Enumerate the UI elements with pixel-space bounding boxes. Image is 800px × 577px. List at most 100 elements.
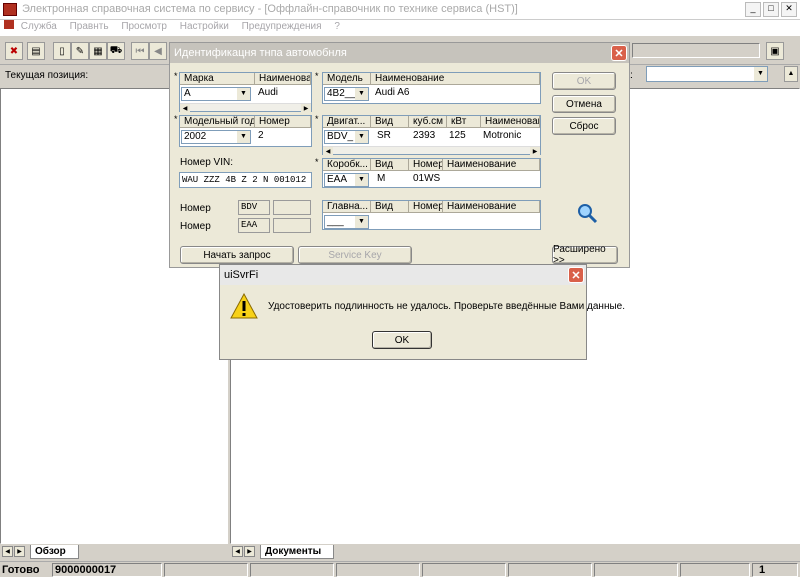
reset-button[interactable]: Сброс xyxy=(552,117,616,135)
engine-type: SR xyxy=(377,130,391,141)
menu-bar: Служба Правнть Просмотр Настройки Предуп… xyxy=(0,20,800,36)
scroll-up-button[interactable]: ▲ xyxy=(784,66,798,82)
main-gear-name-header: Наименование xyxy=(443,201,540,213)
minimize-button[interactable]: _ xyxy=(745,2,761,17)
year-number: 2 xyxy=(258,130,264,141)
tab-scroll-left[interactable]: ◀ xyxy=(232,546,243,557)
year-grid[interactable]: Модельный год Номер 2002 ▼ 2 xyxy=(179,115,312,147)
chevron-down-icon[interactable]: ▼ xyxy=(237,131,250,143)
tab-overview[interactable]: Обзор xyxy=(30,545,79,559)
car-icon[interactable]: ⛟ xyxy=(107,42,125,60)
right-combo[interactable]: ▼ xyxy=(646,66,768,82)
extended-button[interactable]: Расширено >> xyxy=(552,244,618,266)
tab-scroll-right[interactable]: ▶ xyxy=(244,546,255,557)
exit-icon[interactable]: ✖ xyxy=(5,42,23,60)
required-marker: * xyxy=(315,114,319,124)
year-combo[interactable]: 2002 ▼ xyxy=(181,130,251,144)
print-icon[interactable]: ▤ xyxy=(27,42,45,60)
prev-page-icon[interactable]: ◀ xyxy=(149,42,167,60)
app-icon xyxy=(3,3,17,16)
marka-value: A xyxy=(184,88,191,99)
year-number-header: Номер xyxy=(255,116,311,128)
title-bar: Электронная справочная система по сервис… xyxy=(0,0,800,20)
maximize-button[interactable]: □ xyxy=(763,2,779,17)
menu-service[interactable]: Служба xyxy=(21,21,57,32)
right-tab-strip: ◀ ▶ Документы xyxy=(230,544,800,560)
main-gear-type-header: Вид xyxy=(371,201,409,213)
main-gear-number-header: Номер xyxy=(409,201,443,213)
calculator-icon[interactable]: ▦ xyxy=(89,42,107,60)
required-marker: * xyxy=(174,114,178,124)
gearbox-combo[interactable]: EAA ▼ xyxy=(324,173,369,187)
marka-grid[interactable]: Марка Наименование A ▼ Audi ◀▶ xyxy=(179,72,312,112)
cancel-button[interactable]: Отмена xyxy=(552,95,616,113)
number2-extra-field xyxy=(273,218,311,233)
status-bar: Готово 9000000017 1 xyxy=(0,561,800,577)
main-gear-combo[interactable]: ___ ▼ xyxy=(324,215,369,229)
first-page-icon[interactable]: ⏮ xyxy=(131,42,149,60)
required-marker: * xyxy=(315,71,319,81)
engine-hscroll[interactable]: ◀ ▶ xyxy=(323,146,540,155)
number2-label: Номер xyxy=(180,221,211,232)
model-grid[interactable]: Модель Наименование 4B2___ ▼ Audi A6 xyxy=(322,72,541,104)
alert-close-button[interactable]: ✕ xyxy=(568,267,584,283)
tab-documents[interactable]: Документы xyxy=(260,545,335,559)
window-title: Электронная справочная система по сервис… xyxy=(22,3,518,15)
dialog-close-button[interactable]: ✕ xyxy=(611,45,627,61)
gearbox-type: M xyxy=(377,173,386,184)
number1-field: BDV xyxy=(238,200,270,215)
chevron-down-icon[interactable]: ▼ xyxy=(355,88,368,100)
gearbox-name-header: Наименование xyxy=(443,159,540,171)
gearbox-grid[interactable]: Коробк... Вид Номер Наименование EAA ▼ M… xyxy=(322,158,541,188)
dialog-title: Идентификацня тнпа автомобнля xyxy=(174,47,347,59)
status-ready: Готово xyxy=(2,564,40,576)
marka-name-header: Наименование xyxy=(255,73,311,85)
number1-extra-field xyxy=(273,200,311,215)
year-header: Модельный год xyxy=(180,116,255,128)
menu-settings[interactable]: Настройки xyxy=(180,21,229,32)
marka-header: Марка xyxy=(180,73,255,85)
number1-label: Номер xyxy=(180,203,211,214)
menu-view[interactable]: Просмотр xyxy=(121,21,167,32)
vin-field[interactable]: WAU ZZZ 4B Z 2 N 001012 xyxy=(179,172,312,188)
start-query-button[interactable]: Начать запрос xyxy=(180,246,294,264)
chevron-down-icon[interactable]: ▼ xyxy=(237,88,250,100)
toolbar-right-field[interactable] xyxy=(632,43,760,58)
status-cell xyxy=(164,563,248,577)
chevron-down-icon[interactable]: ▼ xyxy=(355,216,368,228)
left-tab-strip: ◀ ▶ Обзор xyxy=(0,544,228,560)
menu-help[interactable]: ? xyxy=(334,21,340,32)
model-combo[interactable]: 4B2___ ▼ xyxy=(324,87,369,101)
edit-doc-icon[interactable]: ✎ xyxy=(71,42,89,60)
engine-name-header: Наименование xyxy=(481,116,540,128)
number2-field: EAA xyxy=(238,218,270,233)
tab-scroll-right[interactable]: ▶ xyxy=(14,546,25,557)
alert-dialog: uiSvrFi ✕ Удостоверить подлинность не уд… xyxy=(219,264,625,360)
identification-dialog: Идентификацня тнпа автомобнля ✕ * Марка … xyxy=(169,42,630,268)
marka-combo[interactable]: A ▼ xyxy=(181,87,251,101)
ok-button[interactable]: OK xyxy=(552,72,616,90)
chevron-down-icon[interactable]: ▼ xyxy=(355,131,368,143)
status-page: 1 xyxy=(752,563,798,577)
marka-hscroll[interactable]: ◀ ▶ xyxy=(180,103,311,112)
tab-scroll-left[interactable]: ◀ xyxy=(2,546,13,557)
settings-icon[interactable]: ▣ xyxy=(766,42,784,60)
close-button[interactable]: ✕ xyxy=(781,2,797,17)
menu-edit[interactable]: Правнть xyxy=(70,21,109,32)
gearbox-number-header: Номер xyxy=(409,159,443,171)
alert-ok-button[interactable]: OK xyxy=(372,331,432,349)
search-icon[interactable] xyxy=(576,202,598,224)
service-key-button[interactable]: Service Key xyxy=(298,246,412,264)
main-gear-grid[interactable]: Главна... Вид Номер Наименование ___ ▼ xyxy=(322,200,541,230)
chevron-down-icon[interactable]: ▼ xyxy=(355,174,368,186)
engine-type-header: Вид xyxy=(371,116,409,128)
alert-title-bar: uiSvrFi ✕ xyxy=(220,265,586,285)
engine-grid[interactable]: Двигат... Вид куб.см кВт Наименование BD… xyxy=(322,115,541,155)
model-name-header: Наименование xyxy=(371,73,540,85)
engine-name: Motronic xyxy=(483,130,522,141)
menu-warnings[interactable]: Предупреждения xyxy=(242,21,322,32)
engine-kw: 125 xyxy=(449,130,466,141)
new-doc-icon[interactable]: ▯ xyxy=(53,42,71,60)
engine-combo[interactable]: BDV_ ▼ xyxy=(324,130,369,144)
status-cell xyxy=(250,563,334,577)
